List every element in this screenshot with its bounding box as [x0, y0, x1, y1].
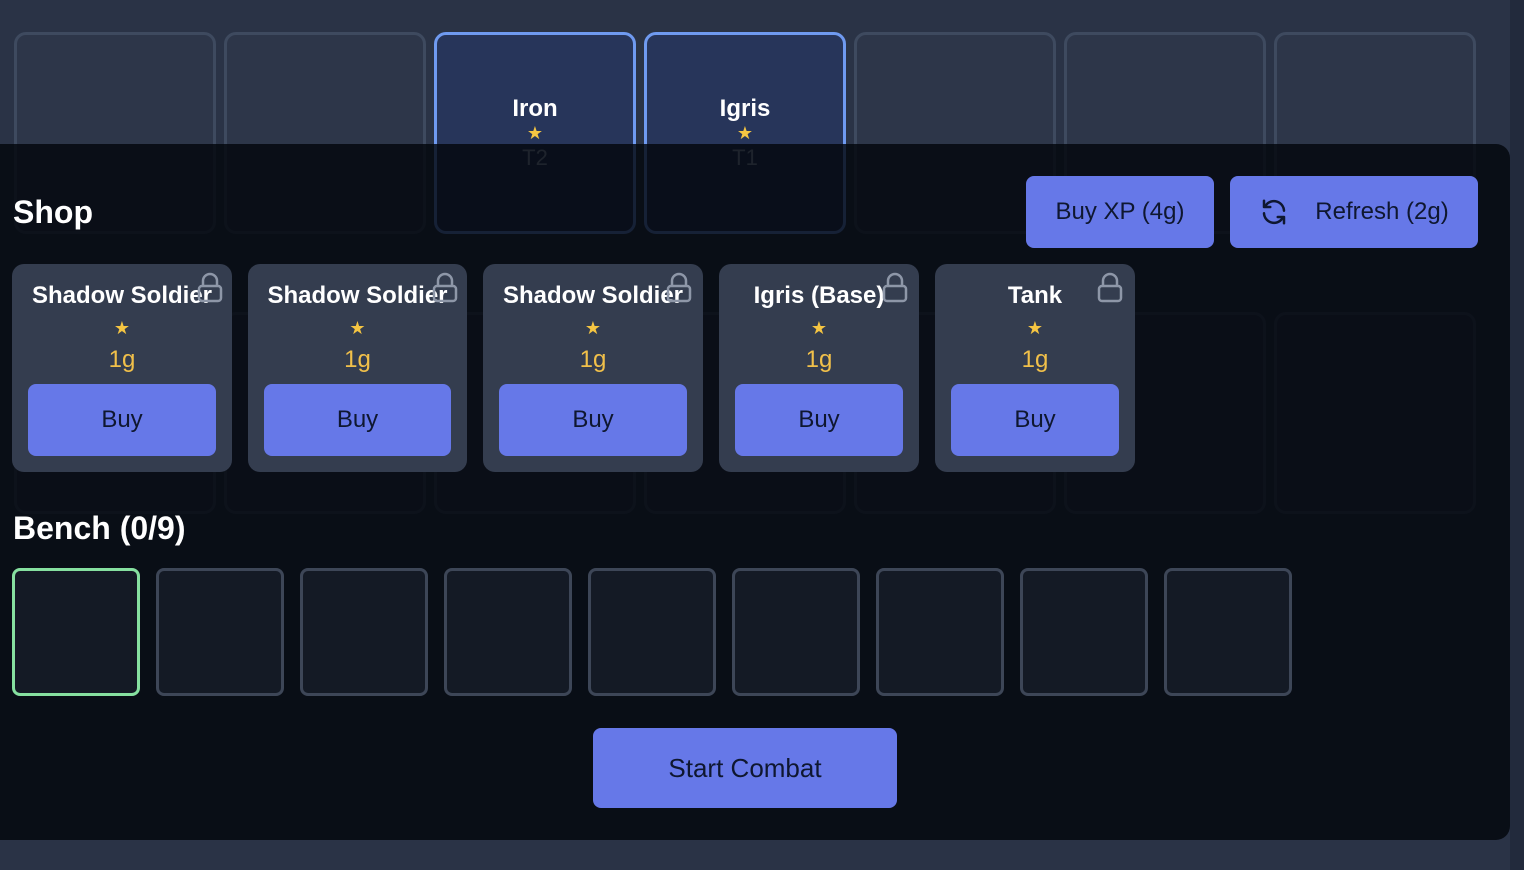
buy-xp-button[interactable]: Buy XP (4g) — [1026, 176, 1214, 248]
buy-button[interactable]: Buy — [951, 384, 1119, 456]
unit-name: Igris — [719, 95, 771, 122]
bench-slot-5[interactable] — [588, 568, 716, 696]
shop-card: Tank ★ 1g Buy — [935, 264, 1135, 472]
buy-button[interactable]: Buy — [28, 384, 216, 456]
lock-icon[interactable] — [665, 272, 693, 309]
bench-slot-8[interactable] — [1020, 568, 1148, 696]
bench-slot-4[interactable] — [444, 568, 572, 696]
lock-icon[interactable] — [431, 272, 459, 309]
bench-slot-7[interactable] — [876, 568, 1004, 696]
start-combat-button[interactable]: Start Combat — [593, 728, 897, 808]
buy-button[interactable]: Buy — [499, 384, 687, 456]
star-icon: ★ — [349, 318, 366, 338]
shop-card: Shadow Soldier ★ 1g Buy — [483, 264, 703, 472]
buy-button[interactable]: Buy — [264, 384, 451, 456]
star-icon: ★ — [1026, 318, 1044, 338]
lock-icon[interactable] — [881, 272, 909, 309]
star-icon: ★ — [526, 123, 544, 143]
star-icon: ★ — [810, 318, 828, 338]
shop-card: Shadow Soldier ★ 1g Buy — [248, 264, 467, 472]
refresh-icon — [1259, 197, 1289, 227]
bench-slot-1[interactable] — [12, 568, 140, 696]
card-cost: 1g — [344, 346, 371, 373]
star-icon: ★ — [584, 318, 602, 338]
lock-icon[interactable] — [1096, 272, 1124, 309]
card-cost: 1g — [108, 346, 136, 373]
bench-slot-6[interactable] — [732, 568, 860, 696]
card-cost: 1g — [805, 346, 833, 373]
lock-icon[interactable] — [196, 272, 224, 309]
unit-name: Iron — [512, 95, 558, 122]
card-cost: 1g — [1021, 346, 1049, 373]
star-icon: ★ — [736, 123, 754, 143]
star-icon: ★ — [113, 318, 131, 338]
bench-slot-2[interactable] — [156, 568, 284, 696]
refresh-button[interactable]: Refresh (2g) — [1230, 176, 1478, 248]
card-cost: 1g — [579, 346, 607, 373]
shop-card: Igris (Base) ★ 1g Buy — [719, 264, 919, 472]
shop-card: Shadow Soldier ★ 1g Buy — [12, 264, 232, 472]
bench-slot-9[interactable] — [1164, 568, 1292, 696]
bench-title: Bench (0/9) — [13, 510, 186, 546]
shop-title: Shop — [13, 194, 93, 230]
buy-button[interactable]: Buy — [735, 384, 903, 456]
bench-slot-3[interactable] — [300, 568, 428, 696]
refresh-label: Refresh (2g) — [1315, 198, 1449, 225]
